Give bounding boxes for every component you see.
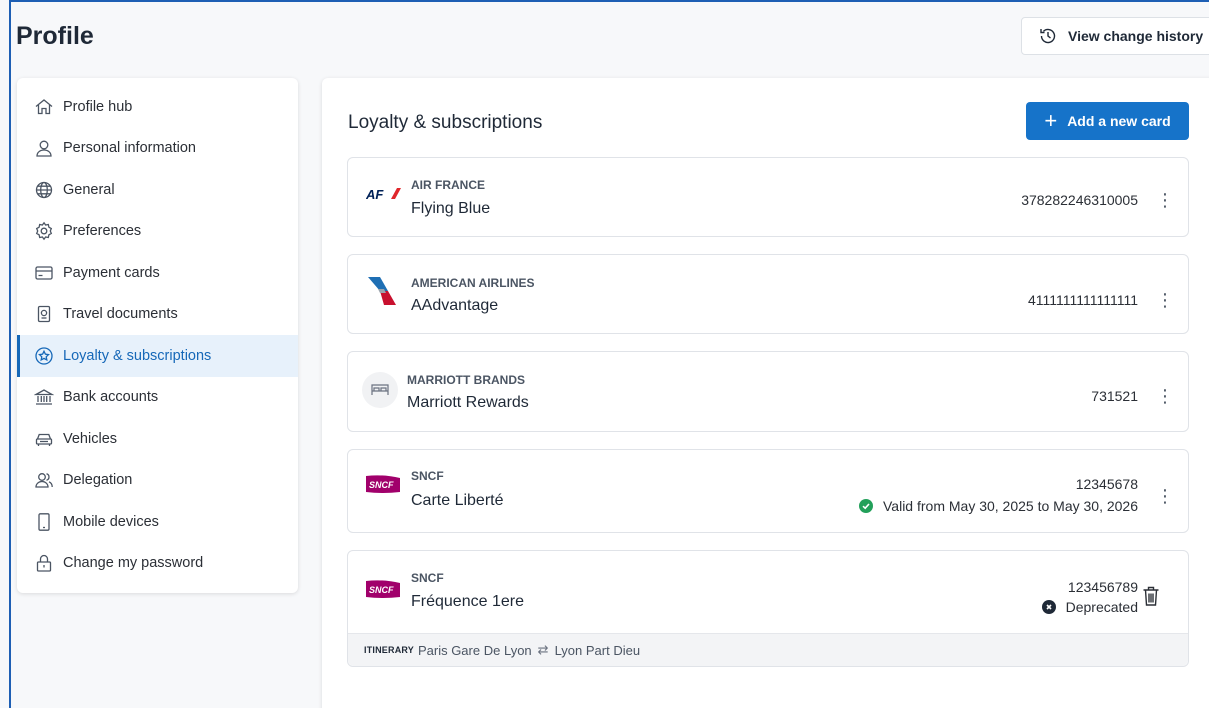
check-circle-icon xyxy=(859,499,873,513)
window-border-left xyxy=(9,0,11,708)
trash-icon[interactable] xyxy=(1142,585,1160,612)
hotel-bed-icon xyxy=(362,372,398,413)
sidebar-item-label: Personal information xyxy=(63,140,196,157)
sidebar-item-label: General xyxy=(63,181,115,198)
loyalty-card-sncf-frequence[interactable]: SNCF SNCF Fréquence 1ere 123456789 Depre… xyxy=(347,550,1189,667)
sidebar: Profile hub Personal information General… xyxy=(17,78,298,593)
card-brand: AMERICAN AIRLINES xyxy=(411,276,535,290)
card-number: 731521 xyxy=(1091,388,1138,404)
card-program: Marriott Rewards xyxy=(407,394,529,411)
itinerary-from: Paris Gare De Lyon xyxy=(417,642,532,658)
sncf-logo: SNCF xyxy=(366,579,400,604)
american-airlines-logo xyxy=(366,275,400,314)
view-change-history-button[interactable]: View change history xyxy=(1021,17,1209,55)
sidebar-item-label: Preferences xyxy=(63,223,142,240)
history-icon xyxy=(1040,28,1056,44)
sidebar-item-travel-documents[interactable]: Travel documents xyxy=(17,294,298,336)
sidebar-item-mobile-devices[interactable]: Mobile devices xyxy=(17,501,298,543)
sidebar-item-label: Delegation xyxy=(63,472,133,489)
plus-icon: + xyxy=(1044,108,1058,133)
credit-card-icon xyxy=(33,262,55,284)
loyalty-card-air-france[interactable]: AF AIR FRANCE Flying Blue 37828224631000… xyxy=(347,157,1189,237)
card-program: Fréquence 1ere xyxy=(411,593,524,610)
sidebar-item-preferences[interactable]: Preferences xyxy=(17,211,298,253)
user-icon xyxy=(33,137,55,159)
itinerary-bar: ITINERARY Paris Gare De Lyon ⇄ Lyon Part… xyxy=(348,633,1188,666)
sidebar-item-payment-cards[interactable]: Payment cards xyxy=(17,252,298,294)
card-program: AAdvantage xyxy=(411,297,499,314)
card-brand: MARRIOTT BRANDS xyxy=(407,373,525,387)
air-france-logo: AF xyxy=(365,184,406,209)
sidebar-item-vehicles[interactable]: Vehicles xyxy=(17,418,298,460)
lock-icon xyxy=(33,552,55,574)
itinerary-label: ITINERARY xyxy=(364,645,414,655)
sncf-logo-text: SNCF xyxy=(369,480,394,490)
sncf-logo-text: SNCF xyxy=(369,585,394,595)
passport-icon xyxy=(33,303,55,325)
sidebar-item-label: Vehicles xyxy=(63,430,118,447)
card-program: Flying Blue xyxy=(411,200,491,217)
sidebar-item-change-password[interactable]: Change my password xyxy=(17,543,298,585)
sidebar-item-label: Change my password xyxy=(63,555,204,572)
more-options-icon[interactable]: ⋮ xyxy=(1156,487,1174,505)
card-number: 378282246310005 xyxy=(1021,192,1138,208)
card-number: 4111111111111111 xyxy=(1027,292,1138,308)
card-number: 12345678 xyxy=(1075,476,1138,492)
view-change-history-label: View change history xyxy=(1068,28,1204,44)
card-program: Carte Liberté xyxy=(411,492,504,509)
validity-text: Valid from May 30, 2025 to May 30, 2026 xyxy=(883,498,1138,514)
swap-arrows-icon: ⇄ xyxy=(537,642,549,657)
gear-icon xyxy=(33,220,55,242)
itinerary-to: Lyon Part Dieu xyxy=(554,642,641,658)
deprecated-text: Deprecated xyxy=(1065,599,1138,615)
more-options-icon[interactable]: ⋮ xyxy=(1156,291,1174,309)
add-new-card-label: Add a new card xyxy=(1067,113,1171,129)
x-circle-icon xyxy=(1041,600,1056,614)
home-icon xyxy=(33,96,55,118)
star-badge-icon xyxy=(33,345,55,367)
page-title: Profile xyxy=(16,22,94,50)
users-icon xyxy=(33,469,55,491)
bank-icon xyxy=(33,386,55,408)
phone-icon xyxy=(33,511,55,533)
loyalty-card-american-airlines[interactable]: AMERICAN AIRLINES AAdvantage 41111111111… xyxy=(347,254,1189,334)
card-number: 123456789 xyxy=(1067,579,1138,595)
loyalty-panel: Loyalty & subscriptions + Add a new card… xyxy=(322,78,1209,708)
section-title: Loyalty & subscriptions xyxy=(348,112,543,133)
card-brand: AIR FRANCE xyxy=(411,178,485,192)
air-france-logo-text: AF xyxy=(366,187,384,202)
sidebar-item-label: Profile hub xyxy=(63,98,133,115)
validity-status: Valid from May 30, 2025 to May 30, 2026 xyxy=(859,498,1138,514)
globe-icon xyxy=(33,179,55,201)
sidebar-item-profile-hub[interactable]: Profile hub xyxy=(17,86,298,128)
deprecated-status: Deprecated xyxy=(1041,599,1138,615)
add-new-card-button[interactable]: + Add a new card xyxy=(1026,102,1189,140)
sidebar-item-label: Bank accounts xyxy=(63,389,159,406)
sidebar-item-label: Loyalty & subscriptions xyxy=(63,347,212,364)
sidebar-item-bank-accounts[interactable]: Bank accounts xyxy=(17,377,298,419)
card-brand: SNCF xyxy=(411,571,444,585)
sncf-logo: SNCF xyxy=(366,474,400,499)
loyalty-card-marriott[interactable]: MARRIOTT BRANDS Marriott Rewards 731521 … xyxy=(347,351,1189,432)
loyalty-card-sncf-liberte[interactable]: SNCF SNCF Carte Liberté 12345678 Valid f… xyxy=(347,449,1189,533)
sidebar-item-label: Mobile devices xyxy=(63,513,159,530)
card-brand: SNCF xyxy=(411,469,444,483)
sidebar-item-delegation[interactable]: Delegation xyxy=(17,460,298,502)
more-options-icon[interactable]: ⋮ xyxy=(1156,191,1174,209)
sidebar-item-loyalty-subscriptions[interactable]: Loyalty & subscriptions xyxy=(17,335,298,377)
more-options-icon[interactable]: ⋮ xyxy=(1156,387,1174,405)
sidebar-item-label: Payment cards xyxy=(63,264,160,281)
sidebar-item-label: Travel documents xyxy=(63,306,178,323)
sidebar-item-general[interactable]: General xyxy=(17,169,298,211)
car-icon xyxy=(33,428,55,450)
sidebar-item-personal-information[interactable]: Personal information xyxy=(17,128,298,170)
window-border-top xyxy=(9,0,1209,2)
